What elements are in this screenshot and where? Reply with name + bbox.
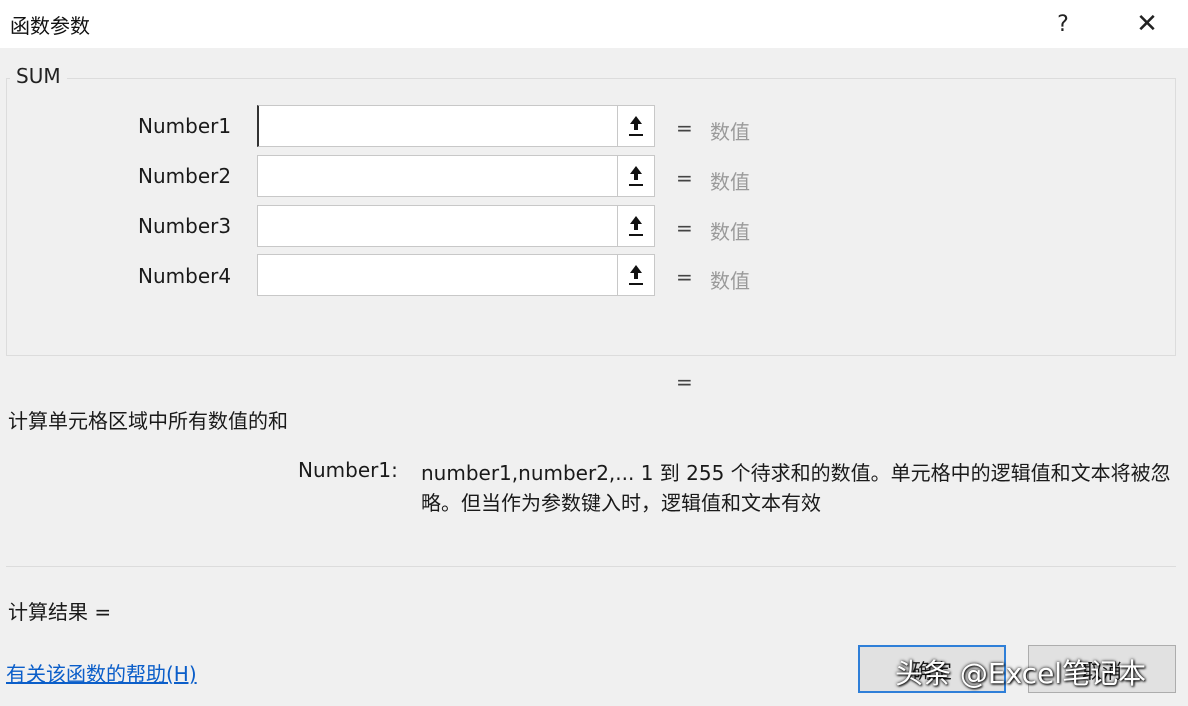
param-description: number1,number2,... 1 到 255 个待求和的数值。单元格中… [421, 461, 1171, 515]
arg-equals: = [676, 116, 693, 140]
arg-result-number1: 数值 [710, 120, 750, 144]
dialog-title: 函数参数 [10, 14, 90, 38]
arg-result-number2: 数值 [710, 170, 750, 194]
help-icon[interactable]: ? [1040, 4, 1086, 44]
collapse-dialog-icon[interactable] [617, 205, 655, 247]
calc-result: 计算结果 = [8, 600, 112, 624]
arg-equals: = [676, 216, 693, 240]
arg-input-number4[interactable] [257, 254, 619, 296]
arg-label-number2: Number2 [138, 164, 232, 188]
arg-equals: = [676, 265, 693, 289]
title-bar: 函数参数 ? ✕ [0, 0, 1188, 48]
arg-result-number4: 数值 [710, 269, 750, 293]
cancel-button[interactable]: 取消 [1028, 645, 1176, 693]
collapse-dialog-icon[interactable] [617, 105, 655, 147]
function-result-equals: = [676, 370, 693, 394]
close-icon[interactable]: ✕ [1124, 4, 1170, 44]
arg-input-number3[interactable] [257, 205, 619, 247]
function-description: 计算单元格区域中所有数值的和 [8, 409, 288, 433]
arg-label-number4: Number4 [138, 264, 232, 288]
arg-result-number3: 数值 [710, 220, 750, 244]
arg-input-number1[interactable] [257, 105, 619, 147]
divider [6, 566, 1176, 567]
help-link[interactable]: 有关该函数的帮助(H) [6, 658, 197, 687]
function-name: SUM [10, 64, 67, 88]
collapse-dialog-icon[interactable] [617, 155, 655, 197]
arg-label-number3: Number3 [138, 214, 232, 238]
arg-equals: = [676, 166, 693, 190]
arg-label-number1: Number1 [138, 114, 232, 138]
ok-button[interactable]: 确定 [858, 645, 1006, 693]
collapse-dialog-icon[interactable] [617, 254, 655, 296]
arg-input-number2[interactable] [257, 155, 619, 197]
param-name: Number1: [298, 458, 398, 482]
